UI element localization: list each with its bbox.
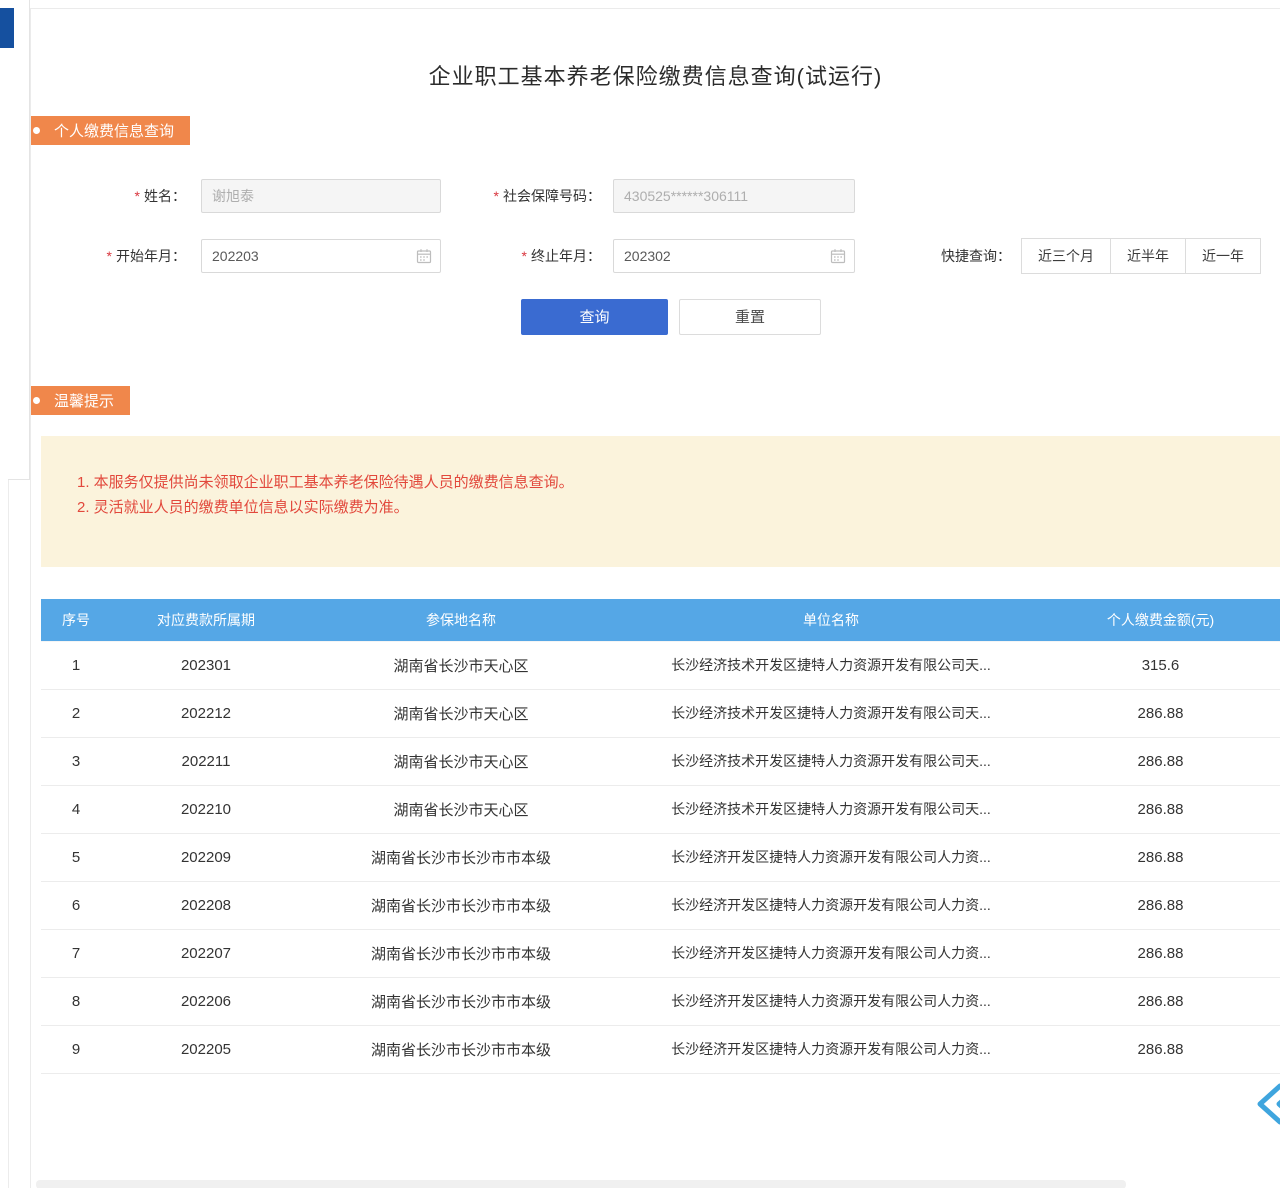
- cell-amount: 286.88: [1041, 977, 1280, 1025]
- start-month-label: *开始年月：: [61, 239, 186, 273]
- name-label: *姓名：: [61, 179, 186, 213]
- tips-line-1: 1. 本服务仅提供尚未领取企业职工基本养老保险待遇人员的缴费信息查询。: [77, 470, 1260, 495]
- cell-place: 湖南省长沙市长沙市市本级: [301, 1025, 621, 1073]
- cell-employer: 长沙经济技术开发区捷特人力资源开发有限公司天...: [621, 737, 1041, 785]
- section-badge-tips: 温馨提示: [30, 386, 130, 415]
- main-panel: 企业职工基本养老保险缴费信息查询(试运行) 个人缴费信息查询 *姓名： *社会保…: [30, 8, 1280, 1188]
- cell-period: 202205: [111, 1025, 301, 1073]
- left-rail: [8, 0, 30, 480]
- sidebar-collapsed-tab[interactable]: [0, 8, 14, 48]
- cell-place: 湖南省长沙市长沙市市本级: [301, 833, 621, 881]
- cell-period: 202211: [111, 737, 301, 785]
- col-header-seq: 序号: [41, 599, 111, 641]
- table-row: 3 202211 湖南省长沙市天心区 长沙经济技术开发区捷特人力资源开发有限公司…: [41, 737, 1280, 785]
- cell-place: 湖南省长沙市天心区: [301, 737, 621, 785]
- ribbon-fold: [30, 145, 31, 159]
- cell-period: 202209: [111, 833, 301, 881]
- table-row: 9 202205 湖南省长沙市长沙市市本级 长沙经济开发区捷特人力资源开发有限公…: [41, 1025, 1280, 1073]
- bullet-icon: [33, 127, 40, 134]
- cell-amount: 286.88: [1041, 737, 1280, 785]
- quick-query-3months[interactable]: 近三个月: [1021, 238, 1111, 274]
- required-marker: *: [135, 188, 140, 204]
- result-table: 序号 对应费款所属期 参保地名称 单位名称 个人缴费金额(元) 1 202301…: [41, 599, 1280, 1074]
- table-row: 7 202207 湖南省长沙市长沙市市本级 长沙经济开发区捷特人力资源开发有限公…: [41, 929, 1280, 977]
- required-marker: *: [522, 248, 527, 264]
- start-month-field[interactable]: [201, 239, 441, 273]
- cell-amount: 286.88: [1041, 1025, 1280, 1073]
- cell-period: 202301: [111, 641, 301, 689]
- table-row: 5 202209 湖南省长沙市长沙市市本级 长沙经济开发区捷特人力资源开发有限公…: [41, 833, 1280, 881]
- required-marker: *: [107, 248, 112, 264]
- cell-seq: 3: [41, 737, 111, 785]
- cell-amount: 286.88: [1041, 929, 1280, 977]
- table-row: 8 202206 湖南省长沙市长沙市市本级 长沙经济开发区捷特人力资源开发有限公…: [41, 977, 1280, 1025]
- cell-amount: 315.6: [1041, 641, 1280, 689]
- cell-amount: 286.88: [1041, 689, 1280, 737]
- col-header-place: 参保地名称: [301, 599, 621, 641]
- cell-employer: 长沙经济技术开发区捷特人力资源开发有限公司天...: [621, 689, 1041, 737]
- page-title: 企业职工基本养老保险缴费信息查询(试运行): [31, 59, 1280, 91]
- col-header-amount: 个人缴费金额(元): [1041, 599, 1280, 641]
- quick-query-half-year[interactable]: 近半年: [1110, 238, 1186, 274]
- cell-seq: 8: [41, 977, 111, 1025]
- section-badge-personal-query: 个人缴费信息查询: [30, 116, 190, 145]
- ribbon-fold: [30, 415, 31, 429]
- cell-seq: 1: [41, 641, 111, 689]
- quick-query-one-year[interactable]: 近一年: [1185, 238, 1261, 274]
- table-row: 4 202210 湖南省长沙市天心区 长沙经济技术开发区捷特人力资源开发有限公司…: [41, 785, 1280, 833]
- col-header-period: 对应费款所属期: [111, 599, 301, 641]
- section-badge-label: 个人缴费信息查询: [54, 120, 174, 141]
- bullet-icon: [33, 397, 40, 404]
- table-row: 6 202208 湖南省长沙市长沙市市本级 长沙经济开发区捷特人力资源开发有限公…: [41, 881, 1280, 929]
- cell-employer: 长沙经济开发区捷特人力资源开发有限公司人力资...: [621, 833, 1041, 881]
- horizontal-scrollbar[interactable]: [36, 1180, 1126, 1188]
- cell-seq: 2: [41, 689, 111, 737]
- required-marker: *: [494, 188, 499, 204]
- cell-employer: 长沙经济技术开发区捷特人力资源开发有限公司天...: [621, 785, 1041, 833]
- cell-period: 202210: [111, 785, 301, 833]
- double-chevron-left-icon[interactable]: [1253, 1081, 1280, 1127]
- cell-place: 湖南省长沙市天心区: [301, 641, 621, 689]
- cell-seq: 7: [41, 929, 111, 977]
- quick-query-label: 快捷查询：: [911, 239, 1011, 273]
- cell-amount: 286.88: [1041, 785, 1280, 833]
- tips-notice-box: 1. 本服务仅提供尚未领取企业职工基本养老保险待遇人员的缴费信息查询。 2. 灵…: [41, 436, 1280, 567]
- search-button[interactable]: 查询: [521, 299, 668, 335]
- cell-period: 202206: [111, 977, 301, 1025]
- cell-place: 湖南省长沙市天心区: [301, 689, 621, 737]
- ssn-field[interactable]: [613, 179, 855, 213]
- cell-amount: 286.88: [1041, 833, 1280, 881]
- section-badge-label: 温馨提示: [54, 390, 114, 411]
- end-month-field[interactable]: [613, 239, 855, 273]
- cell-period: 202212: [111, 689, 301, 737]
- cell-employer: 长沙经济开发区捷特人力资源开发有限公司人力资...: [621, 977, 1041, 1025]
- cell-period: 202208: [111, 881, 301, 929]
- table-header-row: 序号 对应费款所属期 参保地名称 单位名称 个人缴费金额(元): [41, 599, 1280, 641]
- cell-employer: 长沙经济开发区捷特人力资源开发有限公司人力资...: [621, 1025, 1041, 1073]
- cell-place: 湖南省长沙市长沙市市本级: [301, 977, 621, 1025]
- cell-seq: 5: [41, 833, 111, 881]
- cell-place: 湖南省长沙市长沙市市本级: [301, 881, 621, 929]
- cell-seq: 4: [41, 785, 111, 833]
- ssn-label: *社会保障号码：: [456, 179, 601, 213]
- cell-place: 湖南省长沙市长沙市市本级: [301, 929, 621, 977]
- end-month-label: *终止年月：: [456, 239, 601, 273]
- cell-employer: 长沙经济技术开发区捷特人力资源开发有限公司天...: [621, 641, 1041, 689]
- cell-employer: 长沙经济开发区捷特人力资源开发有限公司人力资...: [621, 929, 1041, 977]
- col-header-employer: 单位名称: [621, 599, 1041, 641]
- cell-seq: 9: [41, 1025, 111, 1073]
- cell-amount: 286.88: [1041, 881, 1280, 929]
- cell-seq: 6: [41, 881, 111, 929]
- name-field[interactable]: [201, 179, 441, 213]
- reset-button[interactable]: 重置: [679, 299, 821, 335]
- cell-employer: 长沙经济开发区捷特人力资源开发有限公司人力资...: [621, 881, 1041, 929]
- table-body: 1 202301 湖南省长沙市天心区 长沙经济技术开发区捷特人力资源开发有限公司…: [41, 641, 1280, 1073]
- cell-period: 202207: [111, 929, 301, 977]
- table-row: 1 202301 湖南省长沙市天心区 长沙经济技术开发区捷特人力资源开发有限公司…: [41, 641, 1280, 689]
- table-row: 2 202212 湖南省长沙市天心区 长沙经济技术开发区捷特人力资源开发有限公司…: [41, 689, 1280, 737]
- tips-line-2: 2. 灵活就业人员的缴费单位信息以实际缴费为准。: [77, 495, 1260, 520]
- cell-place: 湖南省长沙市天心区: [301, 785, 621, 833]
- quick-query-group: 近三个月 近半年 近一年: [1021, 238, 1261, 274]
